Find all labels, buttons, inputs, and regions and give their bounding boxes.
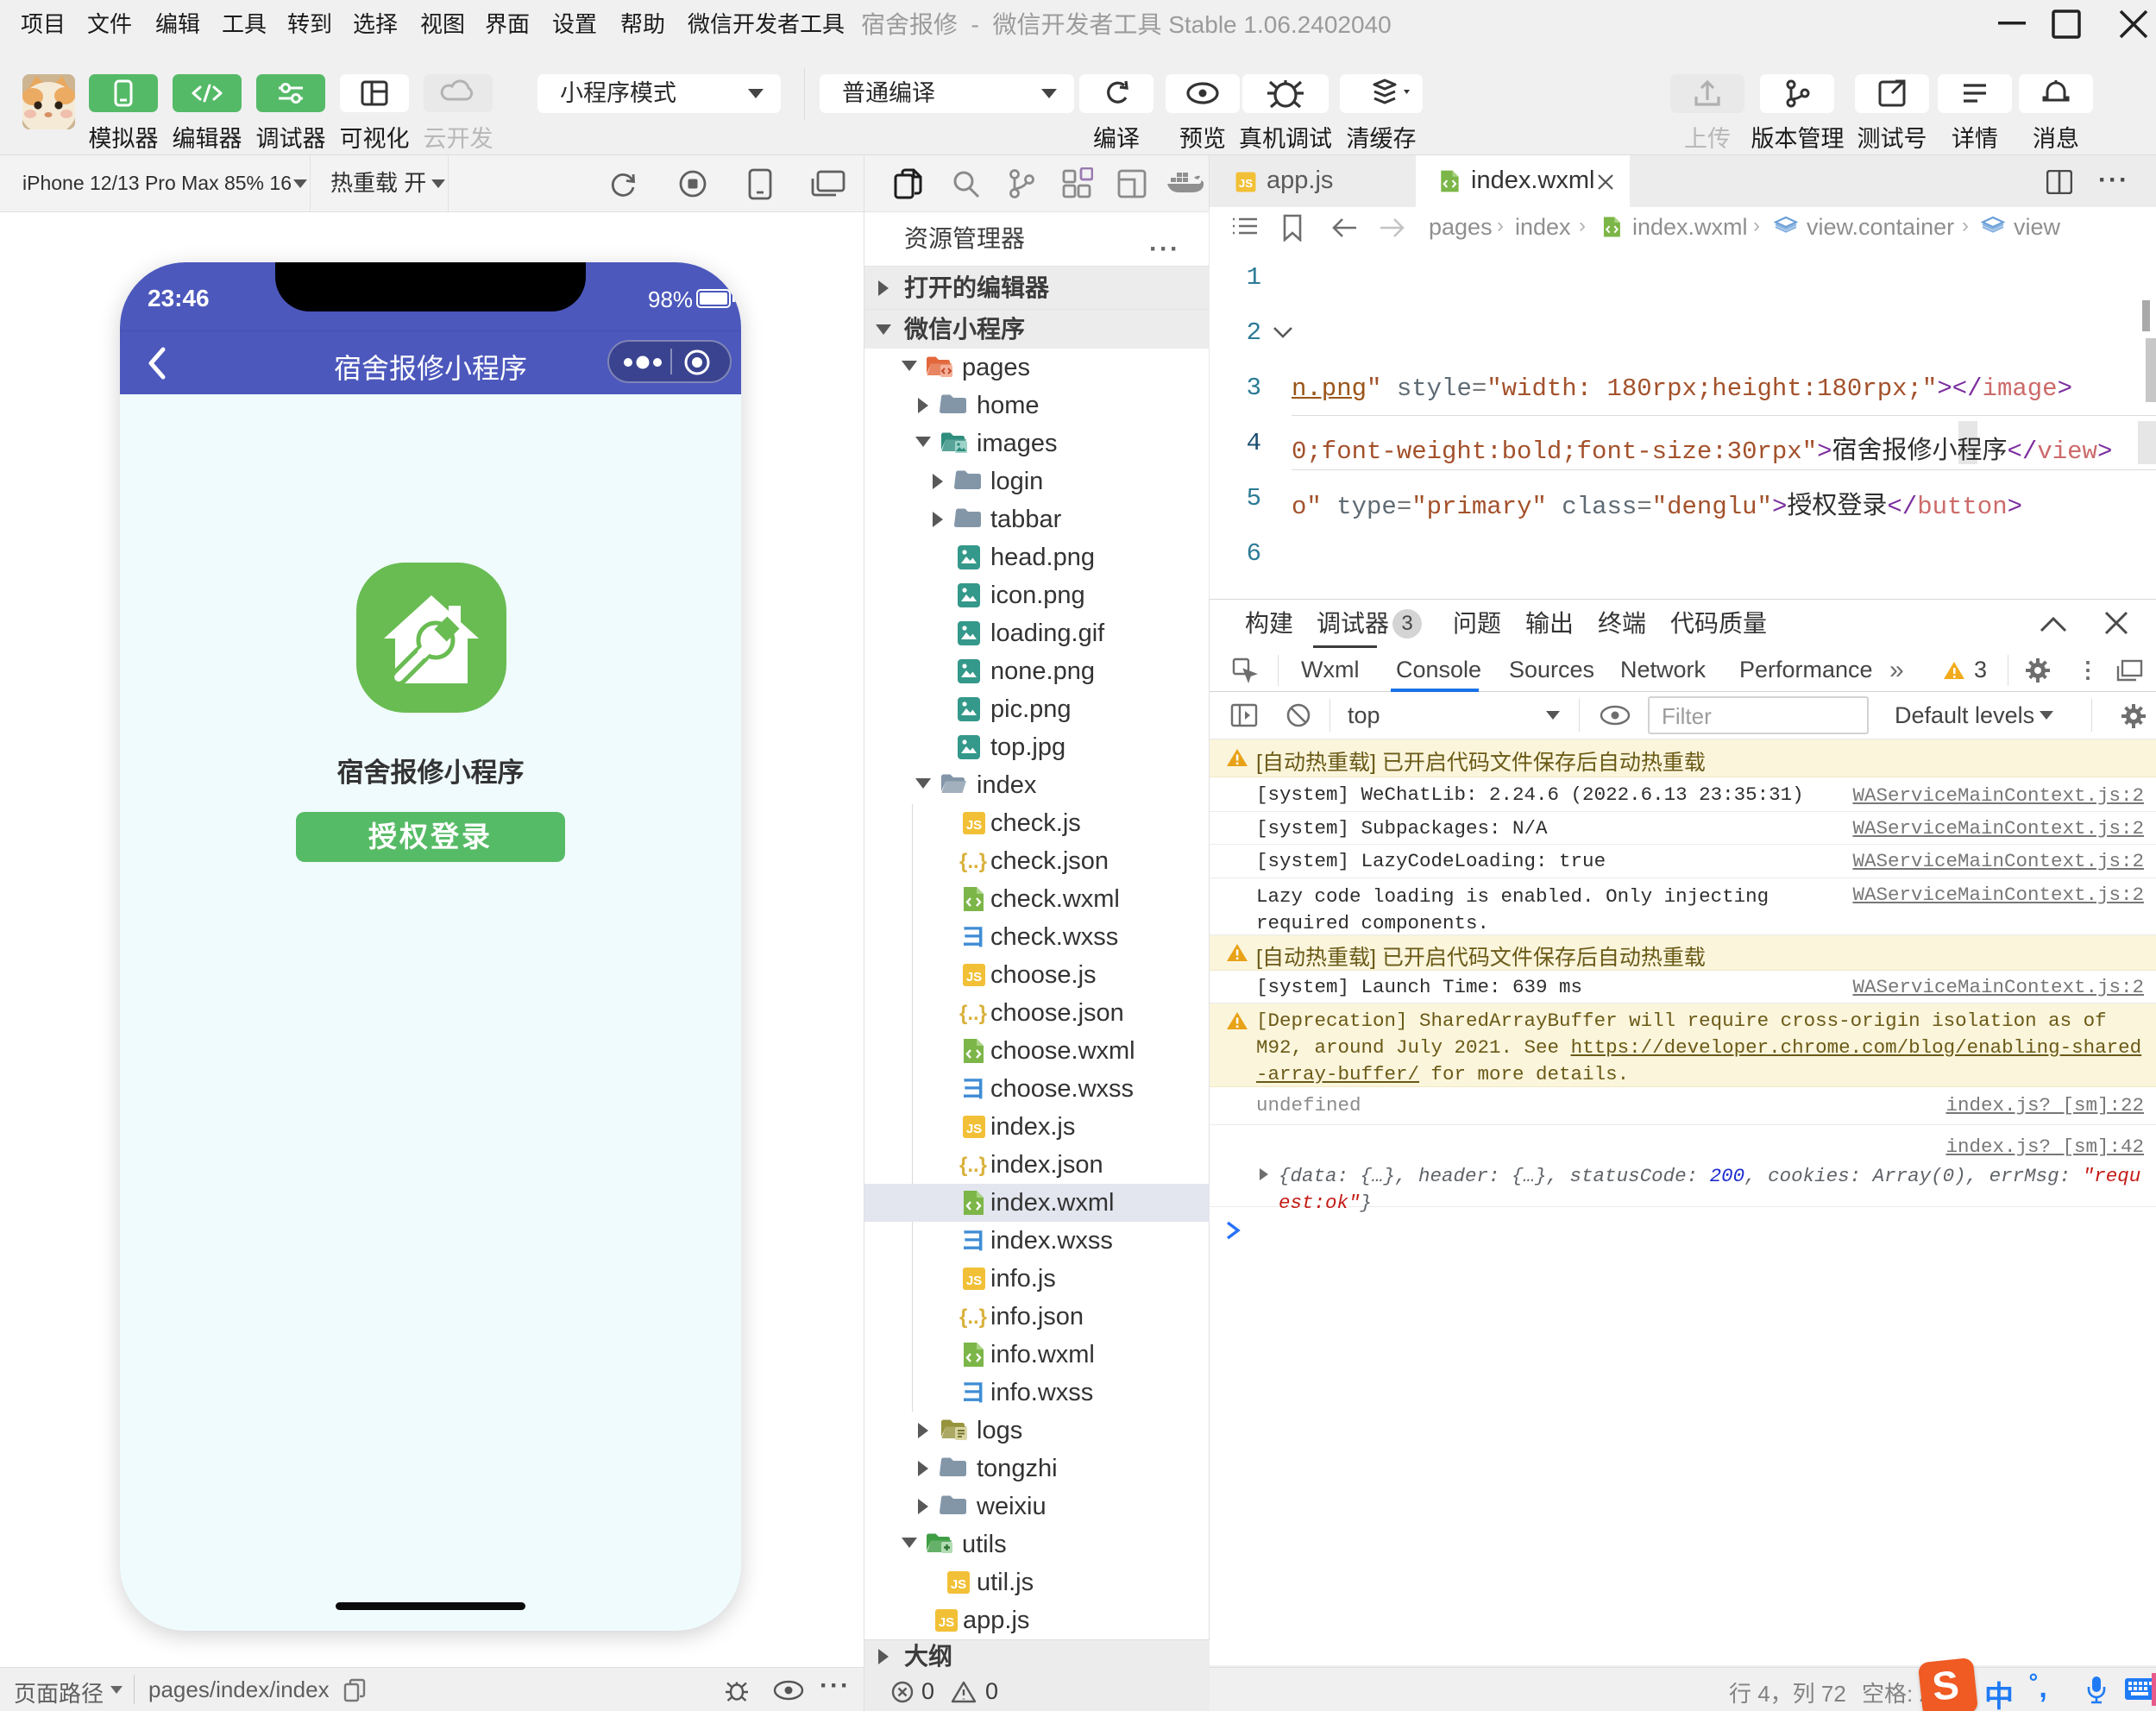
svg-text:ヨ: ヨ [960, 1379, 986, 1407]
svg-text:{..}: {..} [959, 1305, 987, 1329]
svg-text:JS: JS [966, 818, 982, 833]
svg-text:{..}: {..} [959, 1002, 987, 1025]
svg-text:JS: JS [966, 1274, 982, 1288]
svg-text:ヨ: ヨ [960, 1075, 986, 1104]
svg-text:JS: JS [966, 970, 982, 984]
svg-text:ヨ: ヨ [960, 923, 986, 952]
svg-text:JS: JS [1239, 177, 1253, 190]
svg-text:{..}: {..} [959, 1154, 987, 1177]
svg-text:{..}: {..} [959, 850, 987, 873]
svg-text:JS: JS [939, 1615, 954, 1630]
svg-text:JS: JS [966, 1122, 982, 1136]
svg-text:ヨ: ヨ [960, 1227, 986, 1255]
svg-text:JS: JS [951, 1577, 966, 1592]
